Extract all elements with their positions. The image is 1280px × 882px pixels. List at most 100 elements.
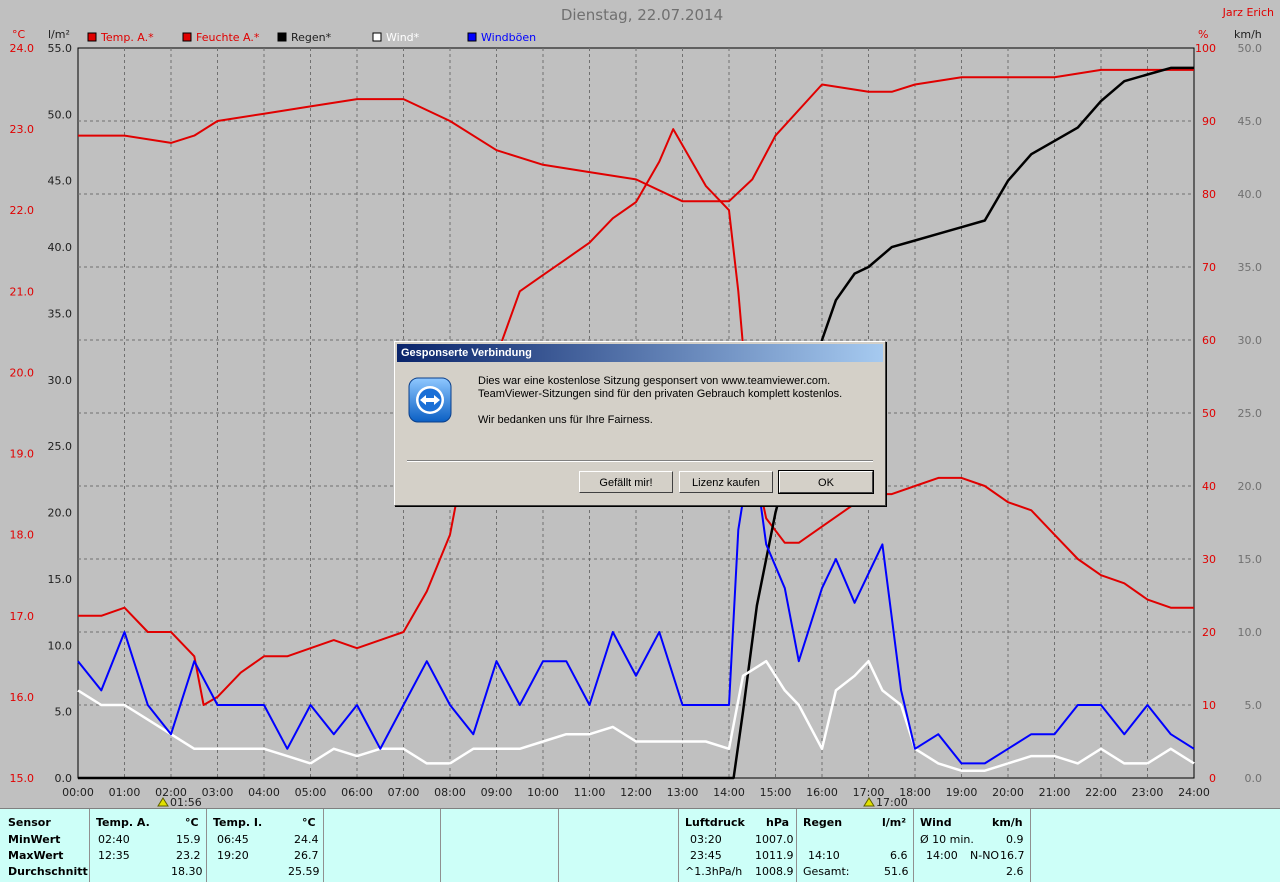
temp-a-min-time: 02:40 bbox=[98, 833, 130, 846]
pressure-unit: hPa bbox=[766, 816, 790, 829]
y-tick-label: 10 bbox=[1202, 699, 1216, 712]
pressure-max-time: 23:45 bbox=[690, 849, 722, 862]
y-tick-label: 30.0 bbox=[48, 374, 73, 387]
x-tick-label: 16:00 bbox=[806, 786, 838, 799]
divider bbox=[89, 809, 90, 882]
wind-header: Wind bbox=[920, 816, 952, 829]
temp-i-avg-value: 25.59 bbox=[288, 865, 320, 878]
x-tick-label: 13:00 bbox=[667, 786, 699, 799]
sensor-header: Sensor bbox=[8, 816, 51, 829]
temp-a-unit: °C bbox=[185, 816, 199, 829]
min-label: MinWert bbox=[8, 833, 61, 846]
y-tick-label: 20.0 bbox=[1238, 480, 1263, 493]
y-tick-label: 35.0 bbox=[1238, 261, 1263, 274]
stats-panel: Sensor MinWert MaxWert Durchschnitt Temp… bbox=[0, 808, 1280, 882]
x-tick-label: 06:00 bbox=[341, 786, 373, 799]
y-tick-label: 30.0 bbox=[1238, 334, 1263, 347]
y-tick-label: 5.0 bbox=[1245, 699, 1263, 712]
x-tick-label: 04:00 bbox=[248, 786, 280, 799]
divider bbox=[558, 809, 559, 882]
y-tick-label: 80 bbox=[1202, 188, 1216, 201]
y-tick-label: 0.0 bbox=[1245, 772, 1263, 785]
buy-license-button[interactable]: Lizenz kaufen bbox=[679, 471, 773, 493]
y-tick-label: 50 bbox=[1202, 407, 1216, 420]
x-tick-label: 20:00 bbox=[992, 786, 1024, 799]
dialog-separator bbox=[407, 460, 873, 462]
x-tick-label: 23:00 bbox=[1132, 786, 1164, 799]
pressure-max-value: 1011.9 bbox=[755, 849, 794, 862]
x-tick-label: 08:00 bbox=[434, 786, 466, 799]
y-tick-label: 24.0 bbox=[10, 42, 35, 55]
y-tick-label: 16.0 bbox=[10, 691, 35, 704]
y-tick-label: 45.0 bbox=[48, 175, 73, 188]
x-tick-label: 11:00 bbox=[574, 786, 606, 799]
sponsored-session-dialog: Gesponserte Verbindung Dies war eine kos… bbox=[394, 341, 886, 506]
legend-temp: Temp. A.* bbox=[100, 31, 154, 44]
legend-rain: Regen* bbox=[291, 31, 332, 44]
dialog-message-line3: Wir bedanken uns für Ihre Fairness. bbox=[478, 414, 653, 426]
pressure-avg-value: 1008.9 bbox=[755, 865, 794, 878]
y-tick-label: 10.0 bbox=[48, 639, 73, 652]
rain-max-value: 6.6 bbox=[890, 849, 908, 862]
y-tick-label: 45.0 bbox=[1238, 115, 1263, 128]
y-tick-label: 55.0 bbox=[48, 42, 73, 55]
pressure-trend: ^1.3hPa/h bbox=[685, 865, 743, 878]
divider bbox=[206, 809, 207, 882]
temp-i-min-time: 06:45 bbox=[217, 833, 249, 846]
y-tick-label: 25.0 bbox=[48, 440, 73, 453]
divider bbox=[1030, 809, 1031, 882]
rain-total-label: Gesamt: bbox=[803, 865, 850, 878]
max-marker-time: 17:00 bbox=[876, 796, 908, 808]
divider bbox=[440, 809, 441, 882]
rain-header: Regen bbox=[803, 816, 843, 829]
max-label: MaxWert bbox=[8, 849, 64, 862]
temp-a-avg-value: 18.30 bbox=[171, 865, 203, 878]
legend: Temp. A.* Feuchte A.* Regen* Wind* Windb… bbox=[87, 31, 536, 44]
divider bbox=[796, 809, 797, 882]
legend-swatch-gusts bbox=[467, 32, 477, 42]
temp-a-header: Temp. A. bbox=[96, 816, 150, 829]
y-tick-label: 10.0 bbox=[1238, 626, 1263, 639]
legend-swatch-rain bbox=[277, 32, 287, 42]
temp-a-max-value: 23.2 bbox=[176, 849, 201, 862]
y-tick-label: 18.0 bbox=[10, 529, 35, 542]
temp-i-max-value: 26.7 bbox=[294, 849, 319, 862]
y-tick-label: 15.0 bbox=[10, 772, 35, 785]
temp-unit: °C bbox=[12, 28, 26, 41]
x-tick-label: 01:00 bbox=[109, 786, 141, 799]
legend-humidity: Feuchte A.* bbox=[196, 31, 260, 44]
wind-avg10-value: 0.9 bbox=[1006, 833, 1024, 846]
rain-max-time: 14:10 bbox=[808, 849, 840, 862]
x-tick-label: 05:00 bbox=[295, 786, 327, 799]
wind-max-value: 16.7 bbox=[1000, 849, 1025, 862]
y-tick-label: 21.0 bbox=[10, 285, 35, 298]
x-tick-label: 00:00 bbox=[62, 786, 94, 799]
y-tick-label: 70 bbox=[1202, 261, 1216, 274]
dialog-title: Gesponserte Verbindung bbox=[397, 344, 883, 362]
x-tick-label: 21:00 bbox=[1039, 786, 1071, 799]
x-tick-label: 03:00 bbox=[202, 786, 234, 799]
y-tick-label: 25.0 bbox=[1238, 407, 1263, 420]
divider bbox=[323, 809, 324, 882]
y-tick-label: 0.0 bbox=[55, 772, 73, 785]
y-tick-label: 19.0 bbox=[10, 448, 35, 461]
y-tick-label: 50.0 bbox=[1238, 42, 1263, 55]
legend-swatch-temp bbox=[87, 32, 97, 42]
y-tick-label: 15.0 bbox=[48, 573, 73, 586]
avg-label: Durchschnitt bbox=[8, 865, 88, 878]
legend-swatch-humidity bbox=[182, 32, 192, 42]
temp-a-min-value: 15.9 bbox=[176, 833, 201, 846]
temp-i-unit: °C bbox=[302, 816, 316, 829]
y-tick-label: 30 bbox=[1202, 553, 1216, 566]
teamviewer-icon bbox=[408, 377, 452, 423]
ok-button[interactable]: OK bbox=[778, 470, 874, 494]
divider bbox=[913, 809, 914, 882]
dialog-message-line1: Dies war eine kostenlose Sitzung gespons… bbox=[478, 375, 831, 387]
legend-gusts: Windböen bbox=[481, 31, 536, 44]
y-tick-label: 0 bbox=[1209, 772, 1216, 785]
like-button[interactable]: Gefällt mir! bbox=[579, 471, 673, 493]
wind-avg10-label: Ø 10 min. bbox=[920, 833, 974, 846]
divider bbox=[678, 809, 679, 882]
x-tick-label: 09:00 bbox=[481, 786, 513, 799]
temp-a-max-time: 12:35 bbox=[98, 849, 130, 862]
